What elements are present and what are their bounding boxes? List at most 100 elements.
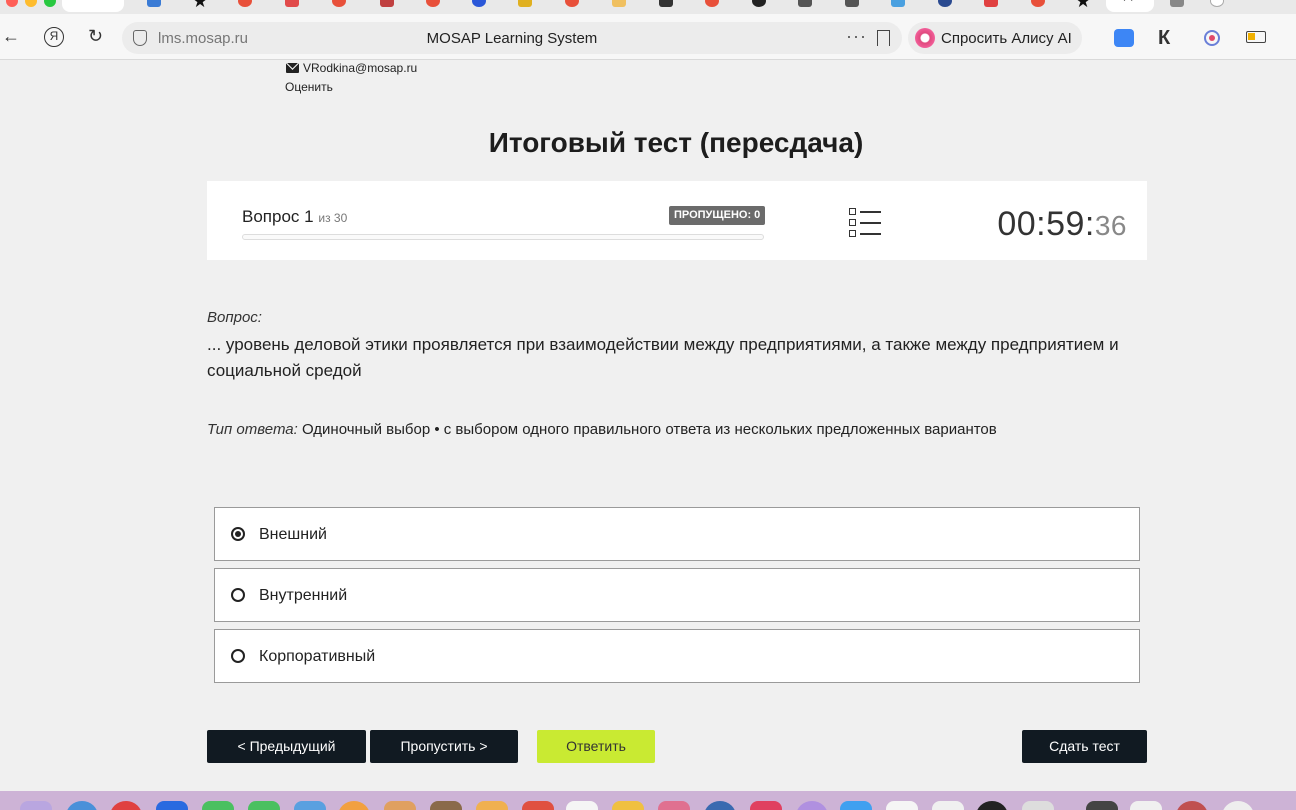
tab-favicon-icon[interactable] bbox=[1170, 0, 1184, 7]
tab-favicon-icon[interactable] bbox=[845, 0, 859, 7]
dock-app-icon[interactable] bbox=[796, 801, 828, 810]
dock-app-icon[interactable] bbox=[704, 801, 736, 810]
zoom-window-button[interactable] bbox=[44, 0, 56, 7]
dock-app-icon[interactable] bbox=[658, 801, 690, 810]
rate-link[interactable]: Оценить bbox=[285, 80, 333, 94]
answer-option[interactable]: Внешний bbox=[214, 507, 1140, 561]
radio-button[interactable] bbox=[231, 588, 245, 602]
dock-app-icon[interactable] bbox=[338, 801, 370, 810]
dock-app-icon[interactable] bbox=[1176, 801, 1208, 810]
address-bar[interactable]: lms.mosap.ru MOSAP Learning System ··· bbox=[122, 22, 902, 54]
answer-options: Внешний Внутренний Корпоративный bbox=[214, 507, 1140, 690]
new-tab-button[interactable] bbox=[1210, 0, 1224, 7]
dock-app-icon[interactable] bbox=[612, 801, 644, 810]
answer-type: Тип ответа: Одиночный выбор • с выбором … bbox=[207, 421, 997, 438]
tab-strip: 28 ⌄ ★ ★ ★ bbox=[0, 0, 1296, 14]
skipped-badge: ПРОПУЩЕНО: 0 bbox=[669, 206, 766, 225]
radio-button[interactable] bbox=[231, 649, 245, 663]
dock-app-icon[interactable] bbox=[110, 801, 142, 810]
answer-type-value: Одиночный выбор • с выбором одного прави… bbox=[301, 421, 997, 438]
progress-card: Вопрос 1 из 30 ПРОПУЩЕНО: 0 00:59:36 bbox=[207, 181, 1147, 260]
mail-icon bbox=[286, 63, 299, 73]
star-icon: ★ bbox=[1120, 0, 1136, 4]
tab-favicon-icon[interactable] bbox=[938, 0, 952, 7]
back-arrow-icon[interactable]: ← bbox=[2, 26, 20, 46]
star-icon[interactable]: ★ bbox=[1075, 0, 1091, 10]
more-options-icon[interactable]: ··· bbox=[846, 26, 867, 47]
dock-app-icon[interactable] bbox=[1086, 801, 1118, 810]
tab-favicon-icon[interactable] bbox=[891, 0, 905, 7]
tab-favicon-icon[interactable] bbox=[332, 0, 346, 7]
submit-test-button[interactable]: Сдать тест bbox=[1022, 730, 1147, 763]
tab-favicon-icon[interactable] bbox=[380, 0, 394, 7]
dock-app-icon[interactable] bbox=[522, 801, 554, 810]
tab-favicon-icon[interactable] bbox=[705, 0, 719, 7]
countdown-timer: 00:59:36 bbox=[997, 205, 1127, 244]
minimize-window-button[interactable] bbox=[25, 0, 37, 7]
tab-favicon-icon[interactable] bbox=[238, 0, 252, 7]
star-icon[interactable]: ★ bbox=[192, 0, 208, 10]
dock-app-icon[interactable] bbox=[840, 801, 872, 810]
tab-bookmark[interactable]: ★ bbox=[1106, 0, 1154, 12]
ask-alisa-button[interactable]: Спросить Алису AI bbox=[908, 22, 1082, 54]
radio-button[interactable] bbox=[231, 527, 245, 541]
dock-app-icon[interactable] bbox=[1130, 801, 1162, 810]
dock-app-icon[interactable] bbox=[976, 801, 1008, 810]
dock-app-icon[interactable] bbox=[156, 801, 188, 810]
url-page-title: MOSAP Learning System bbox=[426, 30, 598, 47]
dock-app-icon[interactable] bbox=[476, 801, 508, 810]
question-word: Вопрос bbox=[242, 207, 300, 226]
question-counter: Вопрос 1 из 30 bbox=[242, 207, 347, 227]
extension-k-icon[interactable]: К bbox=[1158, 27, 1178, 49]
question-caption: Вопрос: bbox=[207, 309, 262, 326]
dock-app-icon[interactable] bbox=[750, 801, 782, 810]
ask-alisa-label: Спросить Алису AI bbox=[941, 30, 1072, 47]
tab-favicon-icon[interactable] bbox=[472, 0, 486, 7]
dock-app-icon[interactable] bbox=[566, 801, 598, 810]
dock-app-icon[interactable] bbox=[1222, 801, 1254, 810]
tab-favicon-icon[interactable] bbox=[612, 0, 626, 7]
tab-favicon-icon[interactable] bbox=[285, 0, 299, 7]
dock-app-icon[interactable] bbox=[202, 801, 234, 810]
tab-favicon-icon[interactable] bbox=[1031, 0, 1045, 7]
answer-button[interactable]: Ответить bbox=[537, 730, 655, 763]
question-list-icon[interactable] bbox=[849, 208, 881, 238]
dock-app-icon[interactable] bbox=[886, 801, 918, 810]
dock-app-icon[interactable] bbox=[294, 801, 326, 810]
tab-favicon-icon[interactable] bbox=[518, 0, 532, 7]
skip-button[interactable]: Пропустить > bbox=[370, 730, 518, 763]
user-email-row: VRodkina@mosap.ru bbox=[286, 61, 417, 75]
dock-app-icon[interactable] bbox=[430, 801, 462, 810]
alisa-icon bbox=[915, 28, 935, 48]
tab-favicon-icon[interactable] bbox=[984, 0, 998, 7]
bookmark-icon[interactable] bbox=[877, 30, 890, 46]
question-block: Вопрос: ... уровень деловой этики проявл… bbox=[207, 309, 1147, 384]
tab-favicon-icon[interactable] bbox=[426, 0, 440, 7]
dock-app-icon[interactable] bbox=[20, 801, 52, 810]
dock-app-icon[interactable] bbox=[66, 801, 98, 810]
dock-app-icon[interactable] bbox=[1022, 801, 1054, 810]
question-number: 1 bbox=[304, 207, 314, 226]
battery-icon[interactable] bbox=[1246, 31, 1266, 43]
answer-option-label: Корпоративный bbox=[259, 648, 376, 665]
answer-option[interactable]: Внутренний bbox=[214, 568, 1140, 622]
dock-app-icon[interactable] bbox=[248, 801, 280, 810]
tab-favicon-icon[interactable] bbox=[565, 0, 579, 7]
tab-favicon-icon[interactable] bbox=[659, 0, 673, 7]
browser-toolbar: ← Я ↻ lms.mosap.ru MOSAP Learning System… bbox=[0, 14, 1296, 60]
dock-app-icon[interactable] bbox=[932, 801, 964, 810]
tab-favicon-icon[interactable] bbox=[147, 0, 161, 7]
extension-circle-icon[interactable] bbox=[1202, 29, 1222, 47]
dock-app-icon[interactable] bbox=[384, 801, 416, 810]
timer-seconds: 36 bbox=[1094, 210, 1127, 241]
tab-favicon-icon[interactable] bbox=[752, 0, 766, 7]
tab-favicon-icon[interactable] bbox=[798, 0, 812, 7]
yandex-home-icon[interactable]: Я bbox=[44, 27, 64, 47]
tab-active[interactable]: 28 ⌄ bbox=[62, 0, 124, 12]
previous-button[interactable]: < Предыдущий bbox=[207, 730, 366, 763]
answer-option[interactable]: Корпоративный bbox=[214, 629, 1140, 683]
extension-icon[interactable] bbox=[1114, 29, 1134, 47]
close-window-button[interactable] bbox=[6, 0, 18, 7]
reload-icon[interactable]: ↻ bbox=[88, 26, 103, 46]
timer-main: 00:59: bbox=[997, 205, 1095, 243]
